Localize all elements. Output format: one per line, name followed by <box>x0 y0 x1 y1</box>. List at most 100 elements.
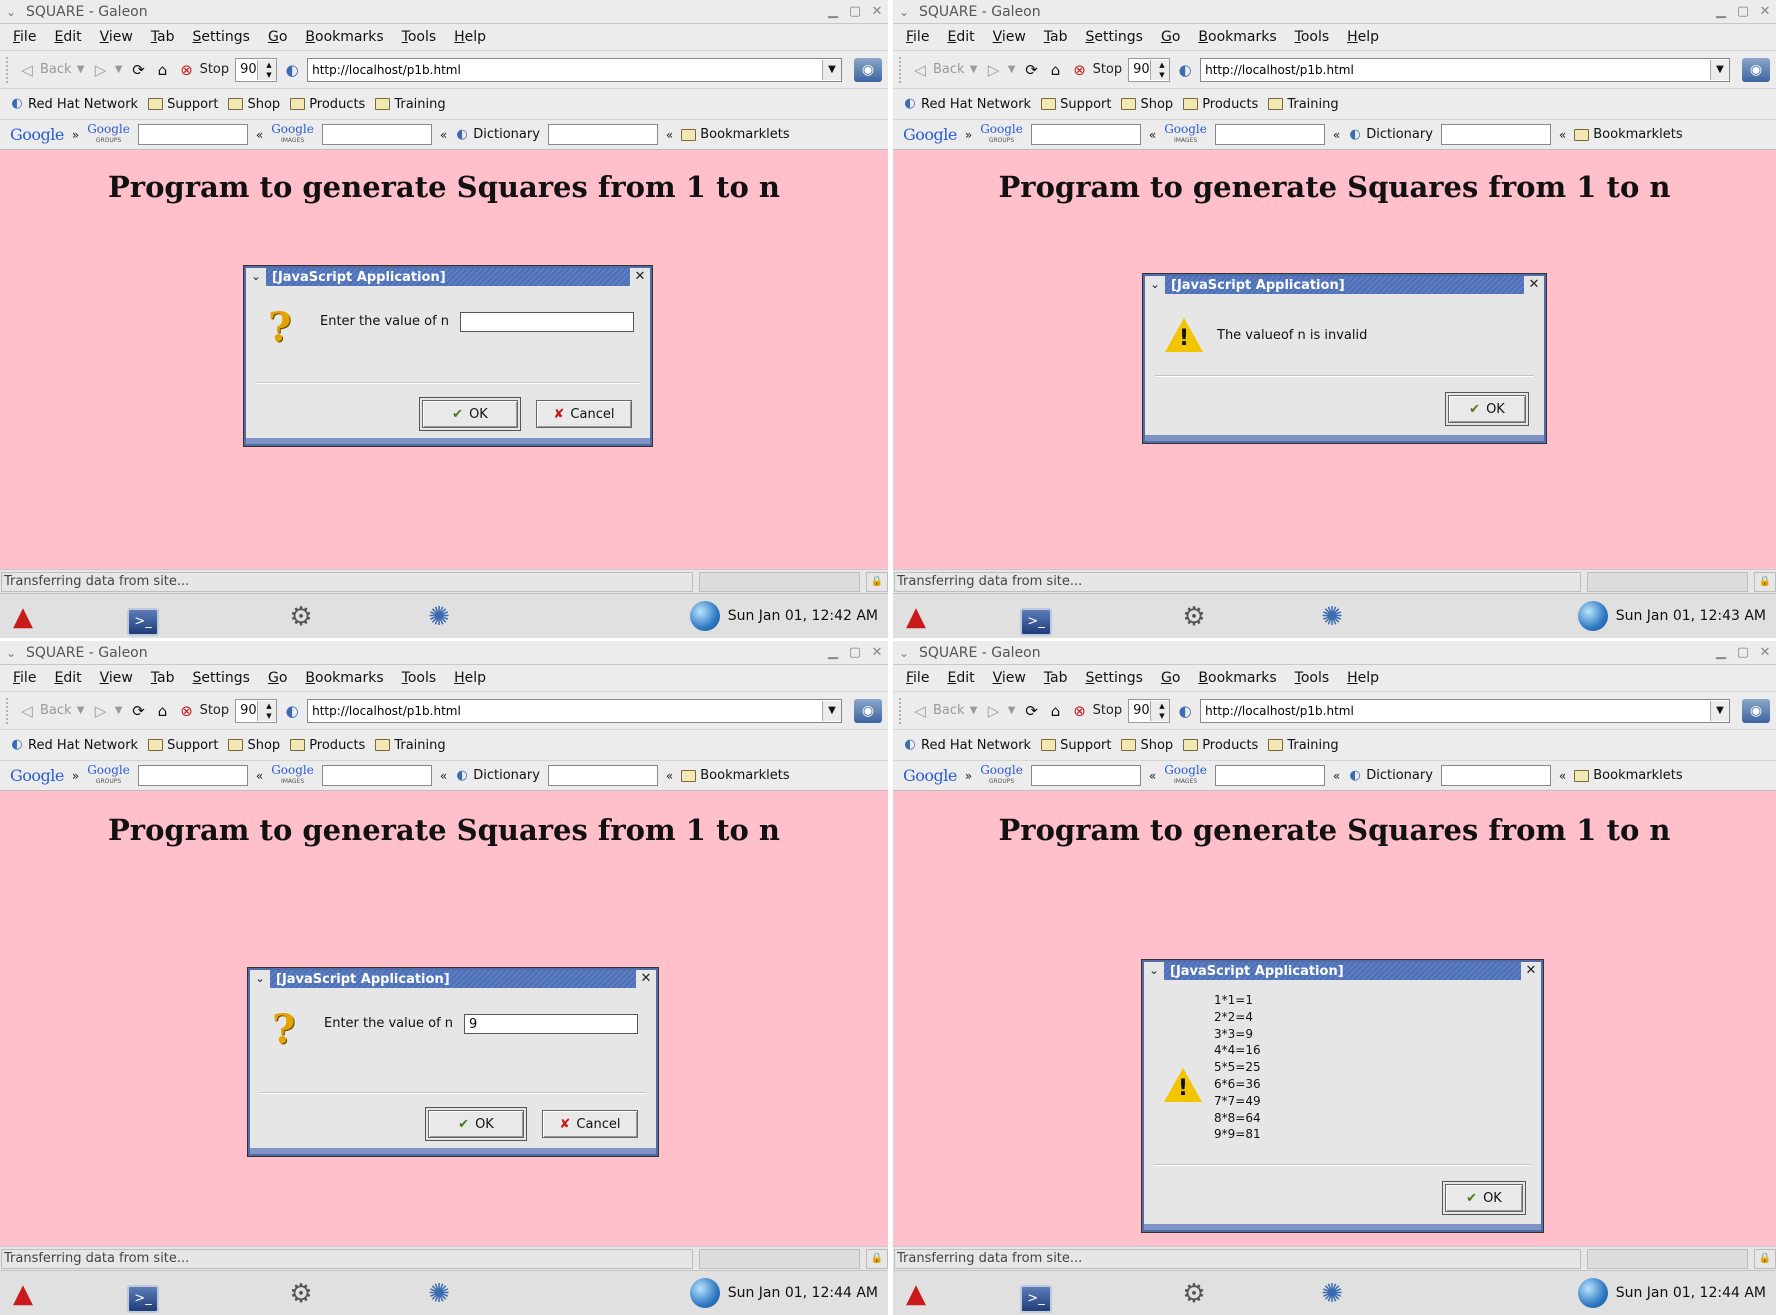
back-history-dropdown-icon[interactable]: ▼ <box>76 61 86 79</box>
menu-edit[interactable]: Edit <box>938 29 983 45</box>
dialog-menu-icon[interactable]: ⌄ <box>246 268 266 286</box>
url-input[interactable] <box>308 62 822 77</box>
stop-button[interactable]: ⊗ Stop <box>1071 61 1122 79</box>
chevron-left-icon[interactable]: « <box>1559 769 1566 783</box>
dictionary-input[interactable] <box>1440 124 1551 145</box>
dialog-titlebar[interactable]: ⌄ [JavaScript Application] ✕ <box>1144 962 1541 980</box>
chevron-left-icon[interactable]: « <box>1149 128 1156 142</box>
toolbar-grip[interactable] <box>899 697 905 724</box>
bookmark-support[interactable]: Support <box>1041 97 1111 112</box>
network-globe-icon[interactable]: ✺ <box>422 1277 456 1311</box>
menu-tools[interactable]: Tools <box>393 29 446 45</box>
menu-view[interactable]: View <box>91 29 142 45</box>
zoom-stepper-icon[interactable]: ▲ ▼ <box>1149 700 1170 721</box>
dictionary-input[interactable] <box>1440 765 1551 786</box>
zoom-spinbox[interactable]: 90 ▲ ▼ <box>235 698 278 723</box>
network-globe-icon[interactable]: ✺ <box>422 600 456 634</box>
maximize-icon[interactable]: ▢ <box>844 4 866 19</box>
reload-icon[interactable]: ⟳ <box>130 61 148 79</box>
zoom-spinbox[interactable]: 90 ▲ ▼ <box>1128 57 1171 82</box>
dialog-titlebar[interactable]: ⌄ [JavaScript Application] ✕ <box>250 970 656 988</box>
settings-tool-icon[interactable]: ⚙ <box>1177 600 1211 634</box>
bookmarklets-folder[interactable]: Bookmarklets <box>681 127 790 142</box>
panel-clock[interactable]: Sun Jan 01, 12:43 AM <box>1577 594 1766 638</box>
bookmark-support[interactable]: Support <box>1041 738 1111 753</box>
chevron-left-icon[interactable]: « <box>1333 128 1340 142</box>
url-dropdown-icon[interactable]: ▼ <box>1710 700 1729 721</box>
terminal-launcher[interactable]: >_ <box>126 1277 160 1313</box>
menu-file[interactable]: File <box>4 29 45 45</box>
back-button[interactable]: ◁ Back ▼ <box>911 702 979 720</box>
home-icon[interactable]: ⌂ <box>1047 702 1065 720</box>
bookmark-shop[interactable]: Shop <box>228 738 280 753</box>
toolbar-grip[interactable] <box>6 56 12 83</box>
chevron-left-icon[interactable]: « <box>1149 769 1156 783</box>
menu-file[interactable]: File <box>897 29 938 45</box>
google-search-button[interactable]: Google <box>903 766 957 785</box>
redhat-menu-icon[interactable]: ▲ <box>6 1277 40 1311</box>
chevron-right-icon[interactable]: » <box>965 769 972 783</box>
close-icon[interactable]: ✕ <box>1754 645 1776 660</box>
security-lock-icon[interactable]: 🔒 <box>1754 571 1776 592</box>
terminal-launcher[interactable]: >_ <box>126 600 160 636</box>
menu-file[interactable]: File <box>897 670 938 686</box>
go-globe-icon[interactable]: ◉ <box>1742 698 1770 723</box>
menu-help[interactable]: Help <box>1338 29 1388 45</box>
url-dropdown-icon[interactable]: ▼ <box>822 700 841 721</box>
menu-go[interactable]: Go <box>1152 29 1189 45</box>
bookmark-red-hat-network[interactable]: ◐ Red Hat Network <box>903 736 1031 754</box>
settings-tool-icon[interactable]: ⚙ <box>284 1277 318 1311</box>
panel-clock[interactable]: Sun Jan 01, 12:44 AM <box>1577 1271 1766 1315</box>
menu-settings[interactable]: Settings <box>1077 29 1152 45</box>
menu-tab[interactable]: Tab <box>1035 29 1077 45</box>
url-input[interactable] <box>1201 703 1710 718</box>
back-history-dropdown-icon[interactable]: ▼ <box>969 61 979 79</box>
google-images-input[interactable] <box>1214 765 1325 786</box>
bookmark-training[interactable]: Training <box>375 738 446 753</box>
dialog-close-icon[interactable]: ✕ <box>1524 276 1544 294</box>
settings-tool-icon[interactable]: ⚙ <box>284 600 318 634</box>
security-lock-icon[interactable]: 🔒 <box>1754 1248 1776 1269</box>
back-history-dropdown-icon[interactable]: ▼ <box>76 702 86 720</box>
bookmark-training[interactable]: Training <box>1268 97 1339 112</box>
google-images-input[interactable] <box>1214 124 1325 145</box>
forward-history-dropdown-icon[interactable]: ▼ <box>1007 61 1017 79</box>
bookmarklets-folder[interactable]: Bookmarklets <box>1574 768 1683 783</box>
ok-button[interactable]: ✔ OK <box>425 1107 527 1141</box>
ok-button[interactable]: ✔ OK <box>419 397 521 431</box>
menu-bookmarks[interactable]: Bookmarks <box>296 29 392 45</box>
url-bar[interactable]: ▼ <box>1200 57 1730 82</box>
settings-tool-icon[interactable]: ⚙ <box>1177 1277 1211 1311</box>
dictionary-input[interactable] <box>547 124 658 145</box>
chevron-right-icon[interactable]: » <box>72 769 79 783</box>
bookmark-training[interactable]: Training <box>1268 738 1339 753</box>
url-dropdown-icon[interactable]: ▼ <box>822 59 841 80</box>
minimize-icon[interactable]: ▁ <box>1710 645 1732 660</box>
network-globe-icon[interactable]: ✺ <box>1315 1277 1349 1311</box>
zoom-spinbox[interactable]: 90 ▲ ▼ <box>1128 698 1171 723</box>
google-images-input[interactable] <box>321 765 432 786</box>
bookmark-shop[interactable]: Shop <box>1121 97 1173 112</box>
google-search-button[interactable]: Google <box>10 125 64 144</box>
home-icon[interactable]: ⌂ <box>154 61 172 79</box>
stop-button[interactable]: ⊗ Stop <box>1071 702 1122 720</box>
window-menu-icon[interactable]: ⌄ <box>0 5 22 19</box>
redhat-menu-icon[interactable]: ▲ <box>899 600 933 634</box>
chevron-left-icon[interactable]: « <box>1333 769 1340 783</box>
google-images-button[interactable]: Google IMAGES <box>1164 123 1207 146</box>
chevron-left-icon[interactable]: « <box>666 769 673 783</box>
dialog-close-icon[interactable]: ✕ <box>636 970 656 988</box>
window-menu-icon[interactable]: ⌄ <box>893 646 915 660</box>
menu-file[interactable]: File <box>4 670 45 686</box>
google-groups-input[interactable] <box>1030 765 1141 786</box>
panel-clock[interactable]: Sun Jan 01, 12:44 AM <box>689 1271 878 1315</box>
menu-settings[interactable]: Settings <box>184 29 259 45</box>
maximize-icon[interactable]: ▢ <box>1732 4 1754 19</box>
dictionary-input[interactable] <box>547 765 658 786</box>
url-input[interactable] <box>308 703 822 718</box>
forward-button[interactable]: ▷ ▼ <box>92 702 124 720</box>
chevron-left-icon[interactable]: « <box>440 769 447 783</box>
zoom-stepper-icon[interactable]: ▲ ▼ <box>256 700 277 721</box>
ok-button[interactable]: ✔ OK <box>1445 392 1529 426</box>
menu-view[interactable]: View <box>984 29 1035 45</box>
